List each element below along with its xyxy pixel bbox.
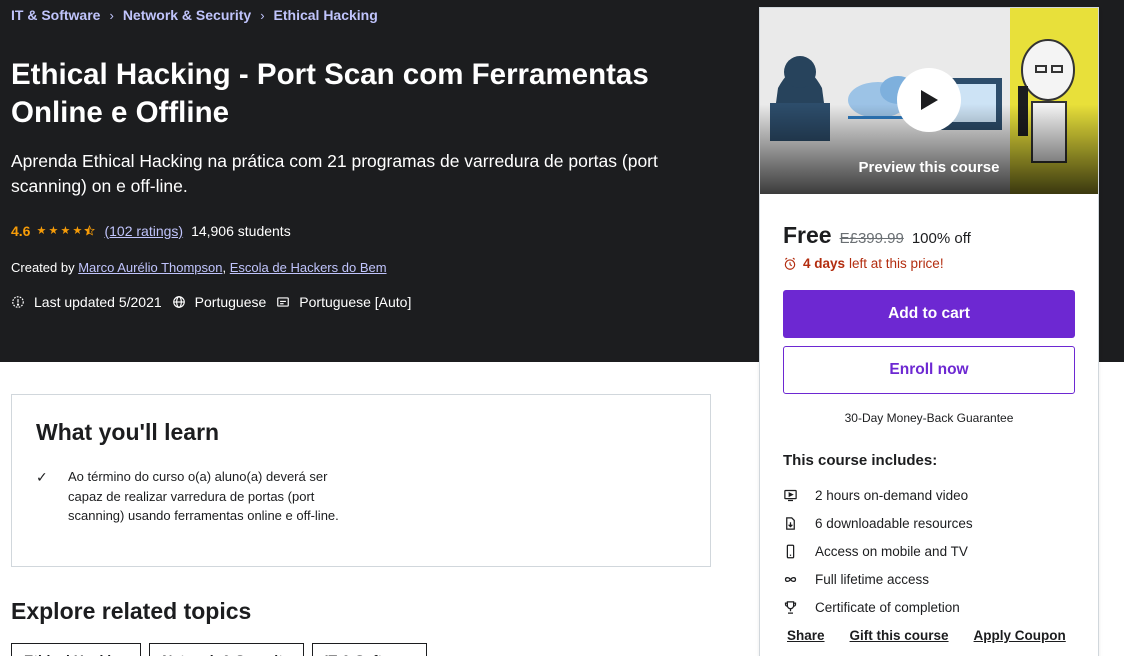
rating-row: 4.6 ★ ★ ★ ★ (102 ratings) 14,906 student… <box>11 223 291 239</box>
created-by-label: Created by <box>11 260 75 275</box>
breadcrumb-ethical-hacking[interactable]: Ethical Hacking <box>274 7 378 23</box>
timer-text: left at this price! <box>849 256 944 271</box>
include-item: 6 downloadable resources <box>783 510 973 538</box>
course-captions: Portuguese [Auto] <box>299 294 412 310</box>
add-to-cart-button[interactable]: Add to cart <box>783 290 1075 338</box>
last-updated: Last updated 5/2021 <box>34 294 162 310</box>
course-preview[interactable]: Preview this course <box>760 8 1098 194</box>
current-price: Free <box>783 222 832 248</box>
chevron-right-icon: › <box>109 7 114 23</box>
include-label: Access on mobile and TV <box>815 543 968 559</box>
star-icon: ★ <box>72 225 83 237</box>
apply-coupon-link[interactable]: Apply Coupon <box>974 628 1066 643</box>
course-meta: Last updated 5/2021 Portuguese Portugues… <box>11 294 421 310</box>
include-label: 2 hours on-demand video <box>815 488 969 504</box>
students-count: 14,906 students <box>191 223 291 239</box>
chevron-right-icon: › <box>260 7 265 23</box>
learn-item-text: Ao término do curso o(a) aluno(a) deverá… <box>68 469 339 523</box>
include-label: Full lifetime access <box>815 571 930 587</box>
alarm-clock-icon <box>784 257 796 270</box>
share-link[interactable]: Share <box>787 628 825 643</box>
video-icon <box>784 490 797 502</box>
price-timer: 4 days left at this price! <box>783 256 944 271</box>
rating-number: 4.6 <box>11 223 31 239</box>
gift-course-link[interactable]: Gift this course <box>850 628 949 643</box>
infinity-icon <box>784 576 797 582</box>
play-icon <box>921 90 938 110</box>
author-separator: , <box>222 260 227 275</box>
breadcrumb-network-security[interactable]: Network & Security <box>123 7 251 23</box>
money-back-guarantee: 30-Day Money-Back Guarantee <box>844 411 1014 425</box>
include-item: 2 hours on-demand video <box>783 482 973 510</box>
half-star-icon <box>84 225 96 237</box>
purchase-card: Preview this course Free E£399.99 100% o… <box>759 7 1099 656</box>
ratings-count-link[interactable]: (102 ratings) <box>104 223 183 239</box>
course-title: Ethical Hacking - Port Scan com Ferramen… <box>11 58 649 129</box>
alert-badge-icon <box>12 296 24 308</box>
includes-title: This course includes: <box>783 452 938 469</box>
breadcrumb-it-software[interactable]: IT & Software <box>11 7 100 23</box>
star-icon: ★ <box>36 225 47 237</box>
timer-days: 4 days <box>803 256 846 271</box>
include-item: Full lifetime access <box>783 565 973 593</box>
globe-icon <box>172 296 185 308</box>
related-topics: Ethical Hacking Network & Security IT & … <box>11 643 435 656</box>
learn-title: What you'll learn <box>36 419 220 445</box>
include-label: Certificate of completion <box>815 599 960 615</box>
author-link[interactable]: Escola de Hackers do Bem <box>230 260 387 275</box>
explore-title: Explore related topics <box>11 598 252 624</box>
check-icon: ✓ <box>36 469 48 485</box>
star-icon: ★ <box>48 225 59 237</box>
include-item: Certificate of completion <box>783 593 973 621</box>
discount-percent: 100% off <box>911 230 971 247</box>
learn-item: ✓ Ao término do curso o(a) aluno(a) deve… <box>36 467 358 526</box>
what-you-learn-box: What you'll learn ✓ Ao término do curso … <box>11 394 711 567</box>
breadcrumb: IT & Software › Network & Security › Eth… <box>11 7 378 23</box>
captions-icon <box>277 297 290 307</box>
includes-list: 2 hours on-demand video 6 downloadable r… <box>783 482 973 621</box>
card-links: Share Gift this course Apply Coupon <box>787 628 1091 643</box>
price-row: Free E£399.99 100% off <box>783 222 971 249</box>
topic-chip[interactable]: IT & Software <box>311 643 428 656</box>
enroll-now-button[interactable]: Enroll now <box>783 346 1075 394</box>
play-button[interactable] <box>897 68 961 132</box>
original-price: E£399.99 <box>839 230 904 247</box>
topic-chip[interactable]: Network & Security <box>149 643 304 656</box>
course-language: Portuguese <box>194 294 267 310</box>
star-rating: ★ ★ ★ ★ <box>36 225 96 237</box>
author-link[interactable]: Marco Aurélio Thompson <box>78 260 222 275</box>
course-subtitle: Aprenda Ethical Hacking na prática com 2… <box>11 151 658 196</box>
file-download-icon <box>786 517 795 530</box>
include-label: 6 downloadable resources <box>815 516 973 532</box>
include-item: Access on mobile and TV <box>783 538 973 566</box>
created-by: Created by Marco Aurélio Thompson, Escol… <box>11 260 387 275</box>
preview-label: Preview this course <box>858 159 1000 176</box>
topic-chip[interactable]: Ethical Hacking <box>11 643 142 656</box>
mobile-icon <box>786 544 795 559</box>
star-icon: ★ <box>60 225 71 237</box>
trophy-icon <box>784 600 797 614</box>
